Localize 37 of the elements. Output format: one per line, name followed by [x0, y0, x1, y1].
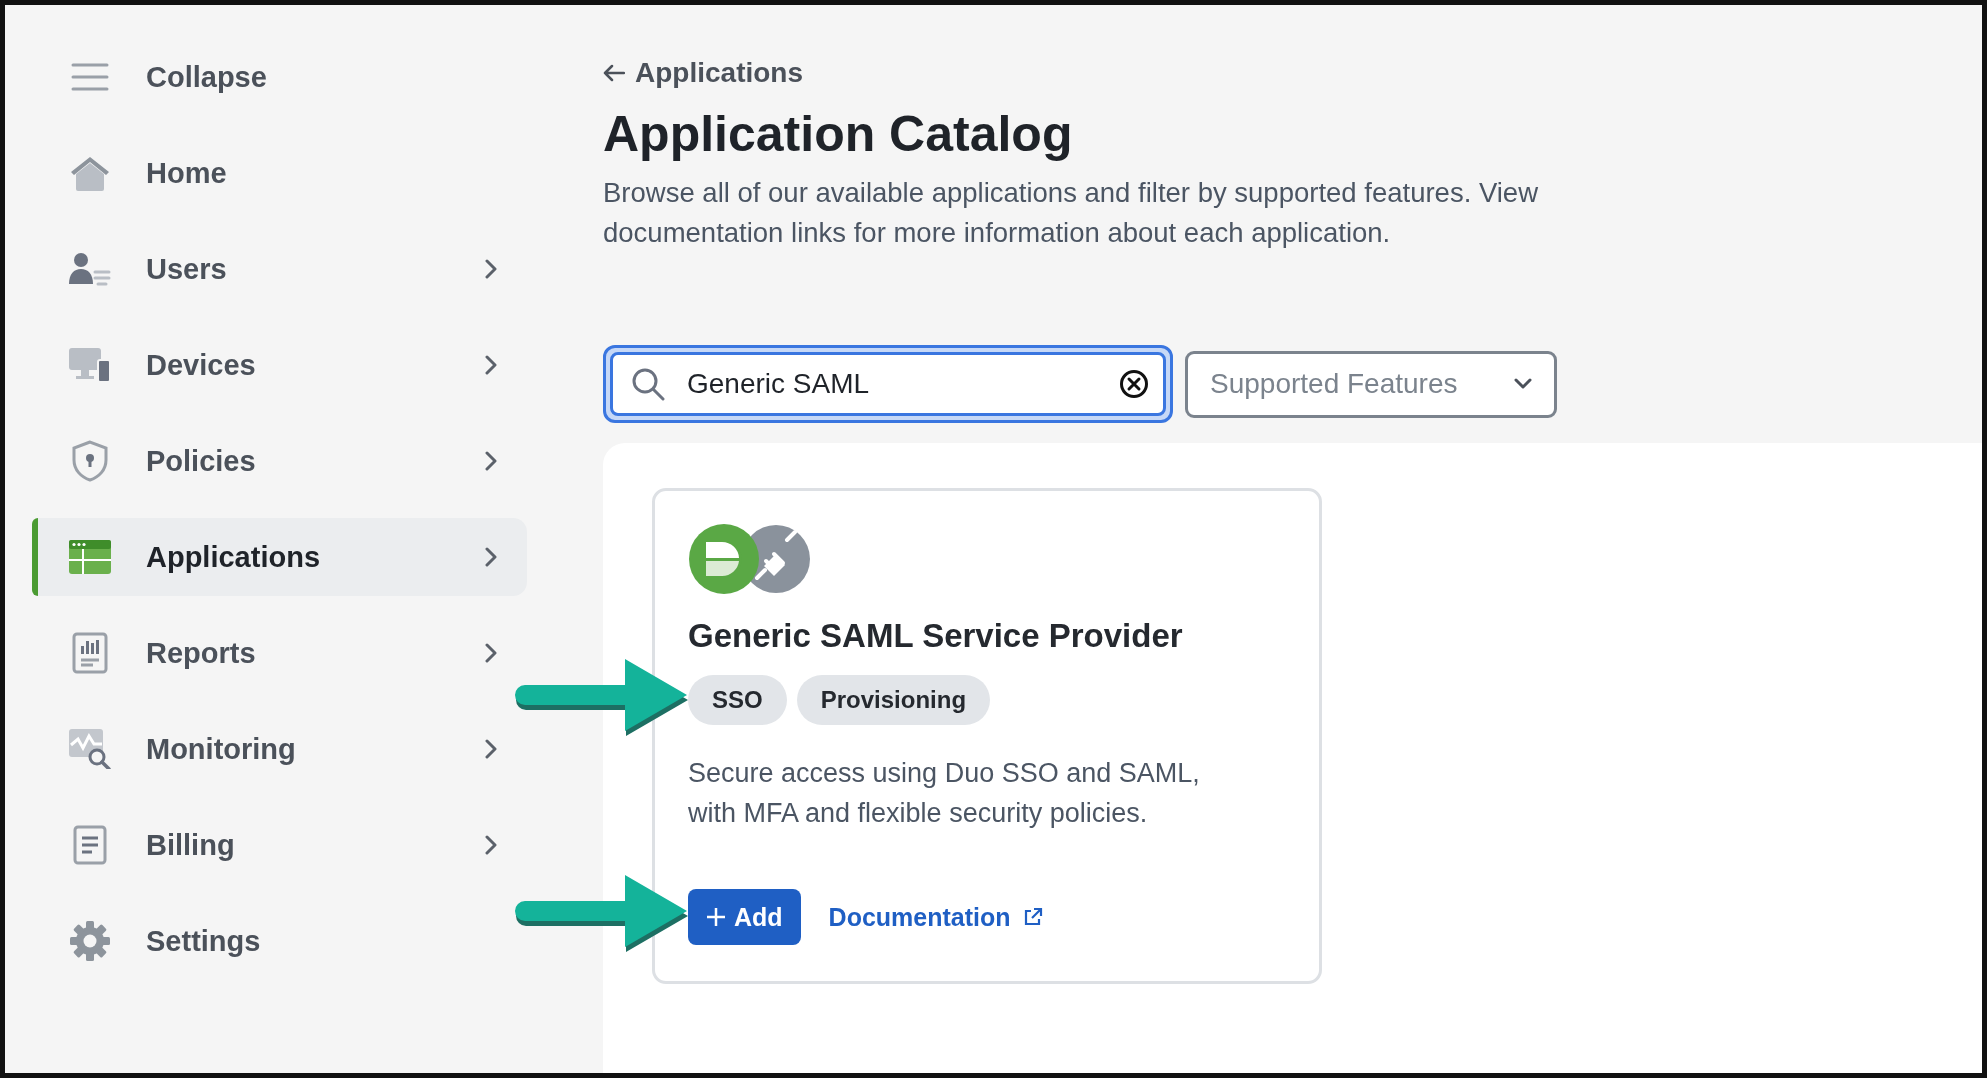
app-description: Secure access using Duo SSO and SAML, with MFA and flexible security policies.	[688, 757, 1201, 830]
plus-icon	[706, 907, 726, 927]
sidebar-item[interactable]: Home	[32, 134, 527, 212]
page-description: Browse all of our available applications and filter by supported features. View documentation links for more information about each application.	[603, 176, 1540, 250]
feature-tag: Provisioning	[796, 675, 991, 725]
gear-icon	[69, 920, 111, 962]
sidebar-item[interactable]: Users	[32, 230, 527, 308]
feature-tag: SSO	[688, 675, 787, 725]
chevron-down-icon	[1514, 378, 1532, 390]
external-link-icon	[1022, 907, 1043, 927]
sidebar-item[interactable]: Applications	[32, 518, 527, 596]
documentation-link[interactable]: Documentation	[828, 902, 1043, 932]
search-input[interactable]: Generic SAML	[685, 367, 1099, 401]
sidebar-item[interactable]: Billing	[32, 806, 527, 884]
sidebar-item[interactable]: Devices	[32, 326, 527, 404]
search-field[interactable]: Generic SAML	[610, 352, 1166, 416]
devices-icon	[69, 348, 111, 382]
sidebar-item[interactable]: Collapse	[32, 38, 527, 116]
features-dropdown[interactable]: Supported Features	[1185, 350, 1557, 418]
page-title: Application Catalog	[603, 105, 1074, 163]
search-icon	[631, 367, 665, 401]
shield-icon	[71, 440, 109, 482]
sidebar-item[interactable]: Policies	[32, 422, 527, 500]
sidebar-item[interactable]: Monitoring	[32, 710, 527, 788]
house-icon	[69, 154, 111, 192]
back-link[interactable]: Applications	[603, 57, 803, 89]
clear-icon[interactable]	[1119, 369, 1149, 399]
users-icon	[69, 252, 111, 286]
back-arrow-icon	[603, 64, 625, 82]
sidebar-item[interactable]: Reports	[32, 614, 527, 692]
monitor-search-icon	[69, 729, 111, 769]
app-window-icon	[69, 540, 111, 574]
app-title: Generic SAML Service Provider	[688, 617, 1184, 655]
add-button[interactable]: Add	[688, 889, 801, 945]
document-icon	[73, 825, 107, 865]
report-icon	[72, 632, 108, 674]
sidebar-item[interactable]: Settings	[32, 902, 527, 980]
